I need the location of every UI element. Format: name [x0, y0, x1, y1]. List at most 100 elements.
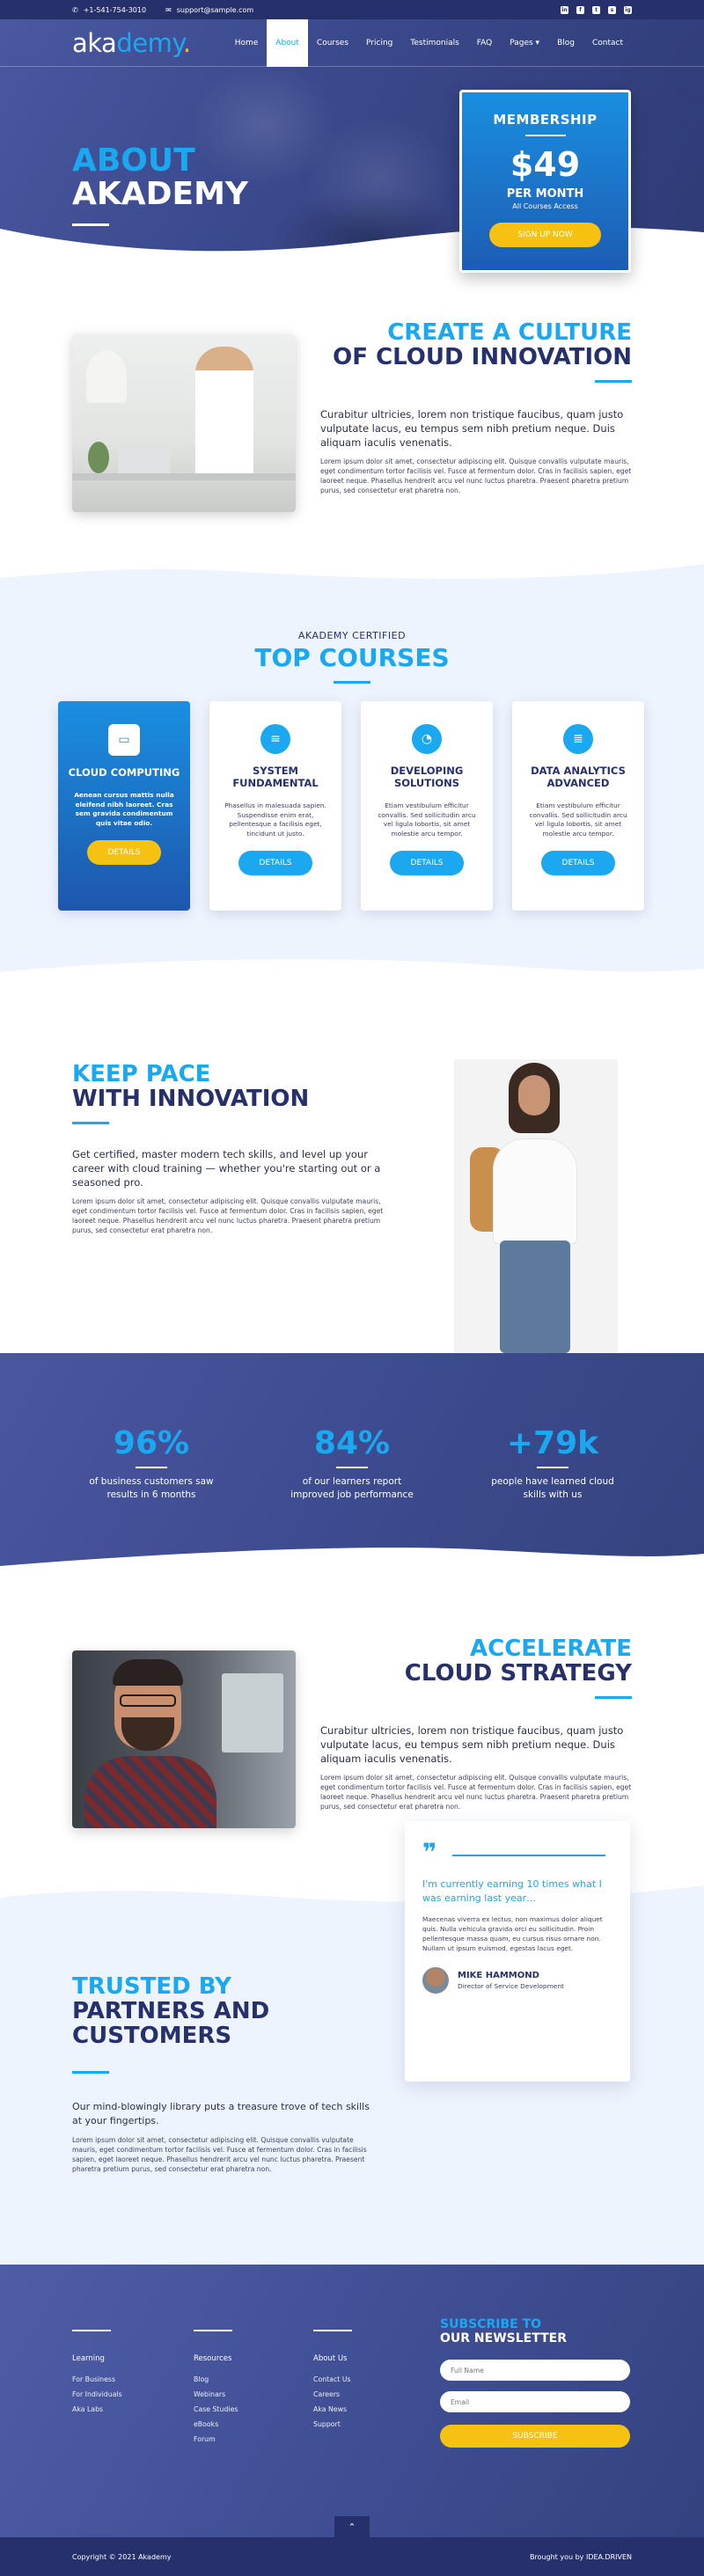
stat-label: of our learners report improved job perf…	[264, 1475, 440, 1502]
twitter-icon[interactable]: t	[592, 5, 600, 14]
course-details-button[interactable]: DETAILS	[540, 851, 616, 875]
accelerate-title-line2: CLOUD STRATEGY	[404, 1660, 632, 1687]
culture-section: CREATE A CULTURE OF CLOUD INNOVATION Cur…	[0, 257, 704, 561]
stat-item: +79k people have learned cloud skills wi…	[465, 1425, 641, 1502]
pace-content: KEEP PACE WITH INNOVATION Get certified,…	[72, 1062, 389, 1235]
culture-underline	[595, 380, 632, 383]
credit-text[interactable]: Brought you by IDEA.DRIVEN	[530, 2553, 632, 2561]
footer-link[interactable]: For Individuals	[72, 2387, 178, 2402]
back-to-top-button[interactable]: ⌃	[334, 2516, 370, 2537]
email-contact[interactable]: ✉ support@sample.com	[165, 6, 253, 14]
footer-column-learning: Learning For Business For Individuals Ak…	[72, 2330, 178, 2417]
membership-title: MEMBERSHIP	[493, 112, 598, 128]
nav-faq[interactable]: FAQ	[468, 19, 501, 67]
course-details-button[interactable]: DETAILS	[86, 840, 162, 865]
quote-divider	[452, 1855, 605, 1856]
course-title: SYSTEM FUNDAMENTAL	[209, 765, 341, 789]
footer-divider	[194, 2330, 232, 2331]
developer-photo	[72, 1650, 296, 1828]
top-bar: ✆ +1-541-754-3010 ✉ support@sample.com i…	[0, 0, 704, 19]
photo-jeans	[500, 1240, 570, 1353]
footer-link[interactable]: For Business	[72, 2372, 178, 2387]
footer-heading: Resources	[194, 2354, 232, 2363]
course-details-button[interactable]: DETAILS	[389, 851, 465, 875]
hero-title-line2: AKADEMY	[72, 176, 248, 212]
hero-heading: ABOUT AKADEMY	[72, 144, 248, 226]
newsletter-form: SUBSCRIBE TO OUR NEWSLETTER SUBSCRIBE	[440, 2317, 630, 2448]
stat-label-line2: improved job performance	[290, 1489, 414, 1500]
skype-icon[interactable]: s	[608, 5, 616, 14]
membership-card: MEMBERSHIP $49 PER MONTH All Courses Acc…	[459, 90, 631, 273]
social-links: in f t s ig	[561, 5, 632, 14]
newsletter-title-line2: OUR NEWSLETTER	[440, 2331, 567, 2345]
full-name-input[interactable]	[440, 2360, 630, 2381]
course-card-developing-solutions[interactable]: ◔ DEVELOPING SOLUTIONS Etiam vestibulum …	[361, 701, 493, 911]
course-details-button[interactable]: DETAILS	[238, 851, 313, 875]
quote-icon: ❞	[422, 1838, 437, 1867]
main-navigation: akademy. Home About Courses Pricing Test…	[0, 19, 704, 67]
course-description: Etiam vestibulum efficitur convallis. Se…	[529, 801, 627, 838]
course-cards: ▭ CLOUD COMPUTING Aenean cursus mattis n…	[0, 701, 704, 911]
site-logo[interactable]: akademy.	[72, 28, 191, 58]
email-input[interactable]	[440, 2391, 630, 2412]
office-photo	[72, 334, 296, 512]
courses-top-wave	[0, 560, 704, 579]
instagram-icon[interactable]: ig	[624, 5, 632, 14]
footer-link[interactable]: Support	[313, 2417, 419, 2432]
course-title-line1: SYSTEM	[252, 765, 299, 777]
footer-link[interactable]: Aka Labs	[72, 2402, 178, 2417]
pace-title-line1: KEEP PACE	[72, 1061, 211, 1087]
footer-link[interactable]: Contact Us	[313, 2372, 419, 2387]
membership-subtitle: All Courses Access	[512, 202, 578, 210]
nav-pricing[interactable]: Pricing	[357, 19, 401, 67]
culture-body: Lorem ipsum dolor sit amet, consectetur …	[320, 457, 632, 494]
footer-heading: Learning	[72, 2354, 105, 2363]
footer-divider	[72, 2330, 111, 2331]
stat-value: 96%	[113, 1425, 190, 1461]
nav-home[interactable]: Home	[226, 19, 268, 67]
stats-wave-divider	[0, 1548, 704, 1573]
footer-link[interactable]: Webinars	[194, 2387, 299, 2402]
database-icon: ≡	[260, 724, 290, 754]
logo-text-part1: aka	[72, 27, 117, 58]
accelerate-lead: Curabitur ultricies, lorem non tristique…	[320, 1724, 624, 1765]
footer-divider	[313, 2330, 352, 2331]
facebook-icon[interactable]: f	[576, 5, 584, 14]
stat-label-line1: of our learners report	[302, 1476, 402, 1487]
stat-value: +79k	[506, 1425, 599, 1461]
course-title-line2: ADVANCED	[546, 777, 610, 789]
phone-number: +1-541-754-3010	[83, 5, 147, 14]
footer-bottom-bar: Copyright © 2021 Akademy Brought you by …	[0, 2537, 704, 2576]
stat-label-line1: of business customers saw	[89, 1476, 214, 1487]
footer-link[interactable]: Case Studies	[194, 2402, 299, 2417]
course-title-line2: FUNDAMENTAL	[232, 777, 319, 789]
nav-contact[interactable]: Contact	[583, 19, 632, 67]
nav-courses[interactable]: Courses	[308, 19, 357, 67]
photo-laptop	[118, 447, 171, 473]
course-card-cloud-computing[interactable]: ▭ CLOUD COMPUTING Aenean cursus mattis n…	[58, 701, 190, 911]
photo-face	[518, 1075, 550, 1116]
course-card-data-analytics[interactable]: ≣ DATA ANALYTICS ADVANCED Etiam vestibul…	[512, 701, 644, 911]
course-title-line1: DEVELOPING	[390, 765, 464, 777]
footer-link[interactable]: Forum	[194, 2432, 299, 2447]
sign-up-button[interactable]: SIGN UP NOW	[489, 223, 601, 247]
courses-underline	[334, 681, 370, 684]
chat-icon: ◔	[412, 724, 442, 754]
footer-link[interactable]: eBooks	[194, 2417, 299, 2432]
footer-link[interactable]: Careers	[313, 2387, 419, 2402]
nav-blog[interactable]: Blog	[548, 19, 583, 67]
nav-testimonials[interactable]: Testimonials	[401, 19, 467, 67]
subscribe-button[interactable]: SUBSCRIBE	[440, 2425, 630, 2448]
phone-contact[interactable]: ✆ +1-541-754-3010	[72, 6, 146, 14]
nav-pages-dropdown[interactable]: Pages ▾	[501, 19, 548, 67]
footer-link[interactable]: Aka News	[313, 2402, 419, 2417]
pace-title-line2: WITH INNOVATION	[72, 1086, 310, 1112]
stat-value: 84%	[313, 1425, 391, 1461]
stat-label: people have learned cloud skills with us	[465, 1475, 641, 1502]
course-card-system-fundamental[interactable]: ≡ SYSTEM FUNDAMENTAL Phasellus in malesu…	[209, 701, 341, 911]
footer-link[interactable]: Blog	[194, 2372, 299, 2387]
logo-dot: .	[182, 27, 191, 58]
nav-about[interactable]: About	[267, 19, 308, 67]
linkedin-icon[interactable]: in	[561, 5, 568, 14]
photo-screen	[222, 1673, 283, 1753]
